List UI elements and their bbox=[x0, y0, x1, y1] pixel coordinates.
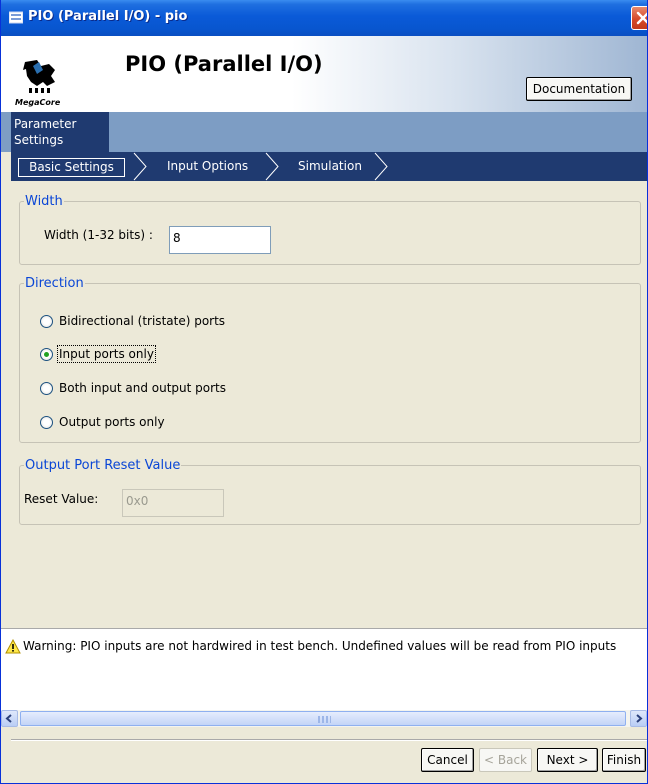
reset-value-label: Reset Value: bbox=[24, 492, 99, 506]
width-label: Width (1-32 bits) : bbox=[44, 228, 153, 242]
tab-label-line1: Parameter bbox=[14, 117, 77, 131]
horizontal-scrollbar[interactable] bbox=[1, 710, 647, 727]
width-legend: Width bbox=[24, 194, 64, 209]
wizard-window: PIO (Parallel I/O) - pio MegaCore PIO (P… bbox=[0, 0, 648, 784]
scroll-right-button[interactable] bbox=[630, 710, 647, 727]
arrow-right-icon bbox=[636, 714, 643, 723]
title-bar[interactable]: PIO (Parallel I/O) - pio bbox=[1, 0, 647, 36]
direction-group: Direction Bidirectional (tristate) ports… bbox=[19, 276, 641, 443]
back-button[interactable]: < Back bbox=[479, 748, 532, 772]
settings-breadcrumb: Basic Settings Input Options Simulation bbox=[11, 152, 647, 181]
radio-button[interactable] bbox=[40, 416, 53, 429]
next-button[interactable]: Next > bbox=[537, 748, 598, 772]
logo-text: MegaCore bbox=[15, 98, 61, 107]
app-icon bbox=[9, 11, 23, 24]
radio-button[interactable] bbox=[40, 315, 53, 328]
nav-basic-settings[interactable]: Basic Settings bbox=[18, 158, 125, 177]
radio-label: Output ports only bbox=[59, 415, 165, 429]
tab-label-line2: Settings bbox=[14, 133, 64, 147]
window-title: PIO (Parallel I/O) - pio bbox=[28, 9, 188, 24]
nav-input-options[interactable]: Input Options bbox=[167, 156, 248, 177]
radio-button[interactable] bbox=[40, 382, 53, 395]
reset-value-group: Output Port Reset Value Reset Value: 0x0 bbox=[19, 458, 641, 525]
scroll-thumb[interactable] bbox=[20, 711, 626, 726]
warning-message: Warning: PIO inputs are not hardwired in… bbox=[23, 639, 617, 653]
wizard-header: MegaCore PIO (Parallel I/O) Documentatio… bbox=[1, 36, 647, 112]
chevron-right-icon bbox=[265, 152, 279, 181]
footer-divider bbox=[11, 739, 647, 741]
close-button[interactable] bbox=[631, 6, 647, 30]
documentation-button[interactable]: Documentation bbox=[526, 77, 632, 101]
arrow-left-icon bbox=[5, 714, 12, 723]
cancel-button[interactable]: Cancel bbox=[421, 748, 474, 772]
width-input[interactable]: 8 bbox=[169, 226, 271, 254]
radio-label: Bidirectional (tristate) ports bbox=[59, 314, 226, 328]
radio-label: Both input and output ports bbox=[59, 381, 227, 395]
chevron-right-icon bbox=[374, 152, 388, 181]
grip-icon bbox=[318, 716, 331, 723]
scroll-left-button[interactable] bbox=[1, 710, 18, 727]
page-title: PIO (Parallel I/O) bbox=[125, 52, 323, 76]
nav-simulation[interactable]: Simulation bbox=[298, 156, 362, 177]
close-icon bbox=[636, 11, 647, 25]
warning-icon bbox=[5, 639, 21, 654]
reset-value-input[interactable]: 0x0 bbox=[122, 489, 224, 517]
tab-bar: Parameter Settings bbox=[1, 112, 647, 152]
radio-button[interactable] bbox=[40, 348, 53, 361]
radio-label: Input ports only bbox=[57, 345, 156, 363]
chevron-right-icon bbox=[133, 152, 147, 181]
width-group: Width Width (1-32 bits) : 8 bbox=[19, 194, 641, 265]
reset-legend: Output Port Reset Value bbox=[24, 458, 182, 473]
direction-legend: Direction bbox=[24, 276, 85, 291]
radio-selected-dot bbox=[44, 352, 49, 357]
settings-panel: Width Width (1-32 bits) : 8 Direction Bi… bbox=[11, 181, 647, 621]
tab-parameter-settings[interactable]: Parameter Settings bbox=[11, 112, 109, 152]
finish-button[interactable]: Finish bbox=[602, 748, 646, 772]
